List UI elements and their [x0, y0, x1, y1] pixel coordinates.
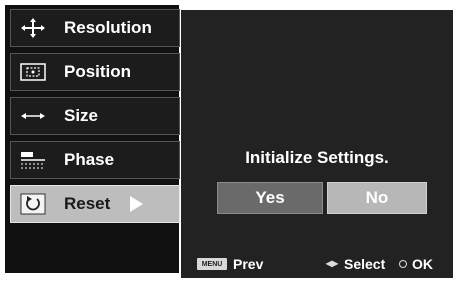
menu-item-label: Position: [64, 62, 132, 81]
osd-screen: Resolution Position Size Phase Reset Ini…: [0, 0, 465, 283]
ok-circle-icon: [399, 260, 407, 268]
menu-item-label: Size: [64, 106, 99, 125]
menu-item-size[interactable]: Size: [10, 97, 180, 135]
osd-menu: Resolution Position Size Phase Reset: [5, 5, 180, 273]
menu-item-label: Phase: [64, 150, 115, 169]
dialog-message: Initialize Settings.: [245, 148, 389, 167]
select-label: Select: [344, 256, 386, 272]
reset-icon: [16, 192, 50, 216]
size-icon: [16, 104, 50, 128]
resolution-icon: [16, 16, 50, 40]
footer-help: MENU Prev ◂▸ Select OK: [181, 255, 453, 275]
menu-item-label: Reset: [64, 194, 111, 213]
left-right-arrows-icon: ◂▸: [326, 256, 339, 270]
prev-label: Prev: [233, 256, 264, 272]
yes-button[interactable]: Yes: [217, 182, 323, 214]
reset-panel: Initialize Settings. Yes No MENU Prev ◂▸…: [181, 10, 453, 278]
phase-icon: [16, 148, 50, 172]
menu-item-position[interactable]: Position: [10, 53, 180, 91]
ok-label: OK: [412, 256, 433, 272]
menu-key-icon: MENU: [197, 258, 227, 270]
menu-item-resolution[interactable]: Resolution: [10, 9, 180, 47]
menu-item-reset[interactable]: Reset: [10, 185, 180, 223]
menu-item-label: Resolution: [64, 18, 152, 37]
position-icon: [16, 60, 50, 84]
menu-item-phase[interactable]: Phase: [10, 141, 180, 179]
no-button[interactable]: No: [327, 182, 427, 214]
submenu-arrow-icon: [130, 196, 144, 212]
